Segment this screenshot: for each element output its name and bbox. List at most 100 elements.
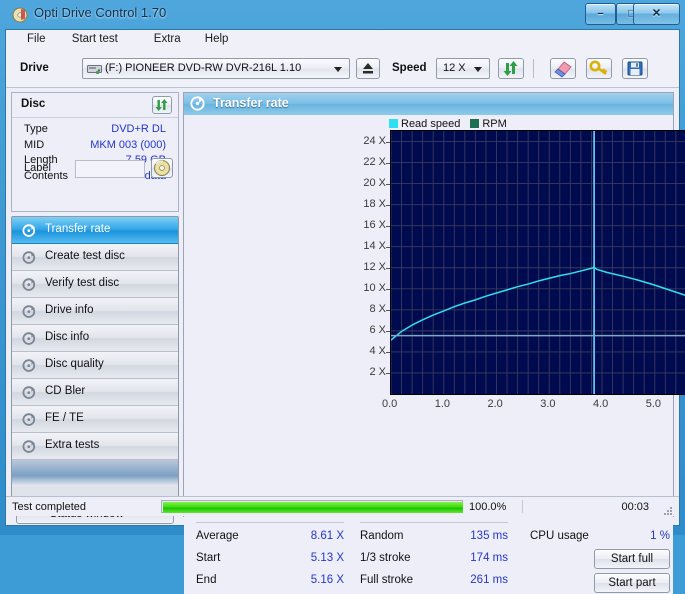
disc-label-input[interactable] bbox=[75, 160, 145, 178]
stat-value: 5.13 X bbox=[310, 552, 344, 564]
stat-value: 1 % bbox=[650, 530, 670, 542]
minimize-icon: – bbox=[597, 7, 604, 20]
key-button[interactable] bbox=[586, 58, 612, 79]
disc-write-icon bbox=[22, 250, 37, 265]
sidebar-item-disc-quality[interactable]: Disc quality bbox=[12, 352, 178, 379]
eraser-icon bbox=[554, 61, 572, 78]
save-button[interactable] bbox=[622, 58, 648, 79]
disc-panel-title: Disc bbox=[21, 98, 46, 110]
test-nav-list: Transfer rate Create test disc Verify test… bbox=[11, 216, 179, 499]
sidebar-item-verify-test-disc[interactable]: Verify test disc bbox=[12, 271, 178, 298]
chart-legend: Read speed RPM bbox=[389, 118, 517, 130]
stat-value: 5.16 X bbox=[310, 574, 344, 586]
disc-speed-icon bbox=[22, 223, 37, 238]
x-axis-tick-label: 2.0 bbox=[487, 398, 503, 410]
sidebar-item-label: Transfer rate bbox=[45, 223, 111, 235]
x-axis-tick-label: 3.0 bbox=[540, 398, 556, 410]
progress-percent: 100.0% bbox=[469, 501, 507, 513]
disc-info-value: MKM 003 (000) bbox=[90, 138, 166, 151]
menu-item-help[interactable]: Help bbox=[198, 33, 236, 48]
stat-key: Full stroke bbox=[360, 574, 414, 586]
drive-select[interactable]: (F:) PIONEER DVD-RW DVR-216L 1.10 bbox=[82, 58, 350, 79]
progress-fill bbox=[163, 502, 463, 513]
sidebar-item-drive-info[interactable]: Drive info bbox=[12, 298, 178, 325]
toolbar: Drive (F:) PIONEER DVD-RW DVR-216L 1.10 bbox=[6, 51, 679, 88]
menu-item-extra[interactable]: Extra bbox=[147, 33, 188, 48]
disc-quality-icon bbox=[22, 358, 37, 373]
elapsed-time: 00:03 bbox=[621, 501, 649, 513]
group-divider bbox=[196, 522, 344, 523]
y-axis-tick-label: 14 X bbox=[363, 239, 386, 252]
y-axis-tick-label: 24 X bbox=[363, 134, 386, 147]
stat-value: 261 ms bbox=[470, 574, 508, 586]
y-axis-tick-label: 16 X bbox=[363, 218, 386, 231]
disc-label-key: Label bbox=[24, 162, 51, 174]
series-read-speed bbox=[390, 266, 685, 341]
y-axis-tick-label: 22 X bbox=[363, 155, 386, 168]
disc-fete-icon bbox=[22, 412, 37, 427]
disc-verify-icon bbox=[22, 277, 37, 292]
sidebar-item-disc-info[interactable]: Disc info bbox=[12, 325, 178, 352]
drive-info-icon bbox=[22, 304, 37, 319]
disc-info-row: MID MKM 003 (000) bbox=[12, 139, 178, 155]
y-axis-tick-label: 2 X bbox=[369, 365, 386, 378]
chevron-down-icon bbox=[334, 67, 342, 72]
start-part-button[interactable]: Start part bbox=[594, 573, 670, 593]
x-axis-tick-label: 1.0 bbox=[434, 398, 451, 410]
drive-icon bbox=[87, 62, 102, 76]
disc-info-icon bbox=[22, 331, 37, 346]
sidebar-item-label: FE / TE bbox=[45, 412, 84, 424]
sidebar-item-fe-te[interactable]: FE / TE bbox=[12, 406, 178, 433]
stat-key: Random bbox=[360, 530, 404, 542]
eject-button[interactable] bbox=[356, 58, 380, 79]
window-title: Opti Drive Control 1.70 bbox=[34, 5, 167, 20]
disc-refresh-button[interactable] bbox=[152, 96, 172, 114]
sidebar-item-label: Drive info bbox=[45, 304, 94, 316]
stat-key: End bbox=[196, 574, 217, 586]
menu-item-file[interactable]: File bbox=[20, 33, 53, 48]
close-button[interactable]: ✕ bbox=[633, 3, 680, 25]
group-divider bbox=[360, 522, 508, 523]
erase-button[interactable] bbox=[550, 58, 576, 79]
transfer-rate-chart: Read speed RPM 2 X 4 X 6 X 8 X 10 X 12 X 14 X 16… bbox=[184, 115, 685, 493]
stat-key: 1/3 stroke bbox=[360, 552, 411, 564]
refresh-icon bbox=[155, 99, 168, 111]
y-axis-tick-label: 4 X bbox=[369, 344, 386, 357]
disc-info-key: Type bbox=[24, 123, 48, 135]
y-axis-tick-label: 12 X bbox=[363, 260, 386, 273]
sidebar-item-label: Create test disc bbox=[45, 250, 125, 262]
menu-item-start-test[interactable]: Start test bbox=[65, 33, 125, 48]
start-full-button[interactable]: Start full bbox=[594, 549, 670, 569]
stat-value: 8.61 X bbox=[310, 530, 344, 542]
app-window: Opti Drive Control 1.70 – □ ✕ File Start … bbox=[0, 0, 685, 594]
disc-label-button[interactable] bbox=[151, 158, 173, 178]
sidebar-item-transfer-rate[interactable]: Transfer rate bbox=[12, 217, 178, 244]
x-axis-tick-label: 0.0 bbox=[382, 398, 398, 410]
key-icon bbox=[589, 60, 608, 76]
resize-grip[interactable] bbox=[664, 507, 674, 515]
progress-bar bbox=[161, 500, 463, 513]
menu-bar: File Start test Extra Help bbox=[6, 30, 679, 52]
disc-panel-header: Disc bbox=[12, 93, 178, 118]
minimize-button[interactable]: – bbox=[585, 3, 616, 25]
sidebar-item-label: Extra tests bbox=[45, 439, 100, 451]
disc-info-key: MID bbox=[24, 138, 45, 151]
close-icon: ✕ bbox=[651, 7, 662, 20]
sidebar-item-extra-tests[interactable]: Extra tests bbox=[12, 433, 178, 460]
sidebar-item-cd-bler[interactable]: CD Bler bbox=[12, 379, 178, 406]
disc-speed-icon bbox=[190, 96, 205, 111]
stat-value: 135 ms bbox=[470, 530, 508, 542]
main-panel: Transfer rate Read speed RPM 2 X 4 X 6 X 8 X… bbox=[183, 92, 685, 594]
x-axis-tick-label: 5.0 bbox=[645, 398, 662, 410]
disc-info-value: DVD+R DL bbox=[111, 123, 166, 135]
status-text: Test completed bbox=[12, 501, 86, 513]
main-panel-title: Transfer rate bbox=[213, 96, 289, 110]
chart-canvas bbox=[390, 131, 685, 394]
refresh-button[interactable] bbox=[498, 58, 524, 79]
disc-info-row: Type DVD+R DL bbox=[12, 123, 178, 139]
status-separator bbox=[522, 500, 523, 513]
disc-extra-icon bbox=[22, 439, 37, 454]
sidebar-item-create-test-disc[interactable]: Create test disc bbox=[12, 244, 178, 271]
speed-select[interactable]: 12 X bbox=[436, 58, 490, 79]
disc-icon bbox=[154, 160, 170, 176]
